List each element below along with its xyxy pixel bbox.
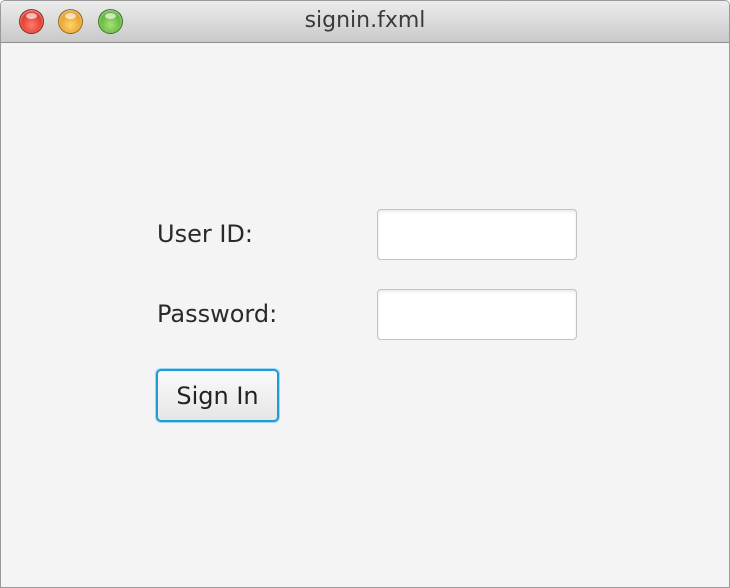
- window-title: signin.fxml: [304, 8, 426, 33]
- user-id-label: User ID:: [157, 220, 253, 248]
- app-window: signin.fxml User ID: Password: Sign In: [0, 0, 730, 588]
- sign-in-button[interactable]: Sign In: [156, 369, 279, 422]
- title-bar[interactable]: signin.fxml: [1, 1, 729, 43]
- password-label: Password:: [157, 300, 278, 328]
- user-id-field[interactable]: [377, 209, 577, 260]
- password-field[interactable]: [377, 289, 577, 340]
